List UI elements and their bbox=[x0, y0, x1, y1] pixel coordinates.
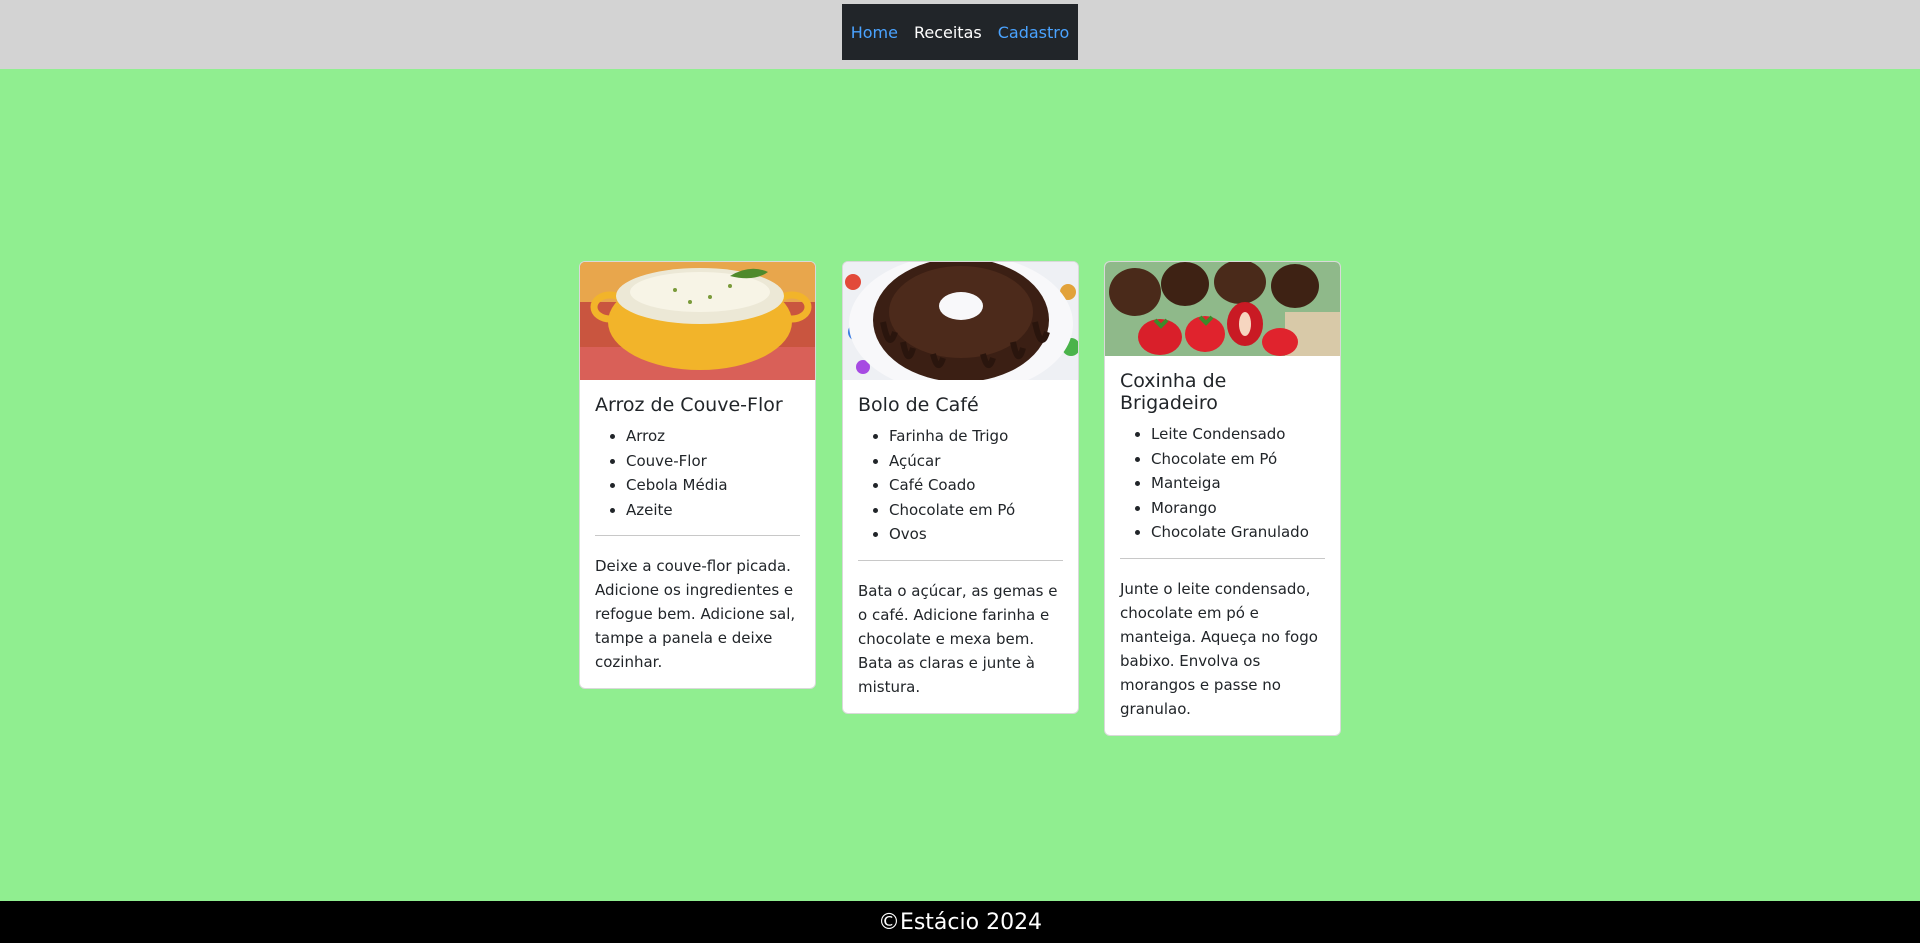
recipes-section: Arroz de Couve-Flor Arroz Couve-Flor Ceb… bbox=[0, 69, 1920, 901]
nav-cadastro-link[interactable]: Cadastro bbox=[998, 23, 1070, 42]
chocolate-bundt-cake-photo bbox=[843, 262, 1078, 380]
ingredient-item: Chocolate em Pó bbox=[1151, 447, 1325, 472]
ingredient-item: Arroz bbox=[626, 424, 800, 449]
divider bbox=[595, 535, 800, 536]
recipe-title: Bolo de Café bbox=[858, 394, 979, 416]
recipe-title: Coxinha de Brigadeiro bbox=[1120, 370, 1227, 414]
ingredient-item: Azeite bbox=[626, 498, 800, 523]
recipe-card-coxinha: Coxinha de Brigadeiro Leite Condensado C… bbox=[1104, 261, 1341, 736]
ingredient-item: Morango bbox=[1151, 496, 1325, 521]
recipe-card-bolo: Bolo de Café Farinha de Trigo Açúcar Caf… bbox=[842, 261, 1079, 714]
ingredient-item: Chocolate em Pó bbox=[889, 498, 1063, 523]
recipe-card-arroz: Arroz de Couve-Flor Arroz Couve-Flor Ceb… bbox=[579, 261, 816, 689]
ingredient-item: Café Coado bbox=[889, 473, 1063, 498]
recipe-instructions: Bata o açúcar, as gemas e o café. Adicio… bbox=[858, 581, 1058, 696]
ingredient-item: Açúcar bbox=[889, 449, 1063, 474]
ingredient-item: Manteiga bbox=[1151, 471, 1325, 496]
main-nav: Home Receitas Cadastro bbox=[842, 4, 1078, 60]
ingredient-item: Cebola Média bbox=[626, 473, 800, 498]
card-body: Coxinha de Brigadeiro Leite Condensado C… bbox=[1105, 356, 1340, 735]
nav-receitas-link[interactable]: Receitas bbox=[914, 23, 982, 42]
ingredient-list: Leite Condensado Chocolate em Pó Manteig… bbox=[1120, 422, 1325, 545]
ingredient-item: Leite Condensado bbox=[1151, 422, 1325, 447]
ingredient-item: Couve-Flor bbox=[626, 449, 800, 474]
card-body: Bolo de Café Farinha de Trigo Açúcar Caf… bbox=[843, 380, 1078, 713]
recipe-title: Arroz de Couve-Flor bbox=[595, 394, 783, 416]
ingredient-item: Chocolate Granulado bbox=[1151, 520, 1325, 545]
card-body: Arroz de Couve-Flor Arroz Couve-Flor Ceb… bbox=[580, 380, 815, 688]
top-bar: Home Receitas Cadastro bbox=[0, 0, 1920, 69]
recipe-instructions: Junte o leite condensado, chocolate em p… bbox=[1120, 579, 1318, 718]
cauliflower-rice-photo bbox=[580, 262, 815, 380]
divider bbox=[858, 559, 1063, 561]
divider bbox=[1120, 557, 1325, 559]
strawberry-brigadeiro-photo bbox=[1105, 262, 1340, 356]
nav-home-link[interactable]: Home bbox=[851, 23, 898, 42]
footer-copyright: ©Estácio 2024 bbox=[877, 909, 1043, 935]
ingredient-list: Arroz Couve-Flor Cebola Média Azeite bbox=[595, 424, 800, 522]
ingredient-item: Ovos bbox=[889, 522, 1063, 547]
ingredient-item: Farinha de Trigo bbox=[889, 424, 1063, 449]
recipe-instructions: Deixe a couve-flor picada. Adicione os i… bbox=[595, 557, 796, 671]
footer: ©Estácio 2024 bbox=[0, 901, 1920, 943]
ingredient-list: Farinha de Trigo Açúcar Café Coado Choco… bbox=[858, 424, 1063, 547]
